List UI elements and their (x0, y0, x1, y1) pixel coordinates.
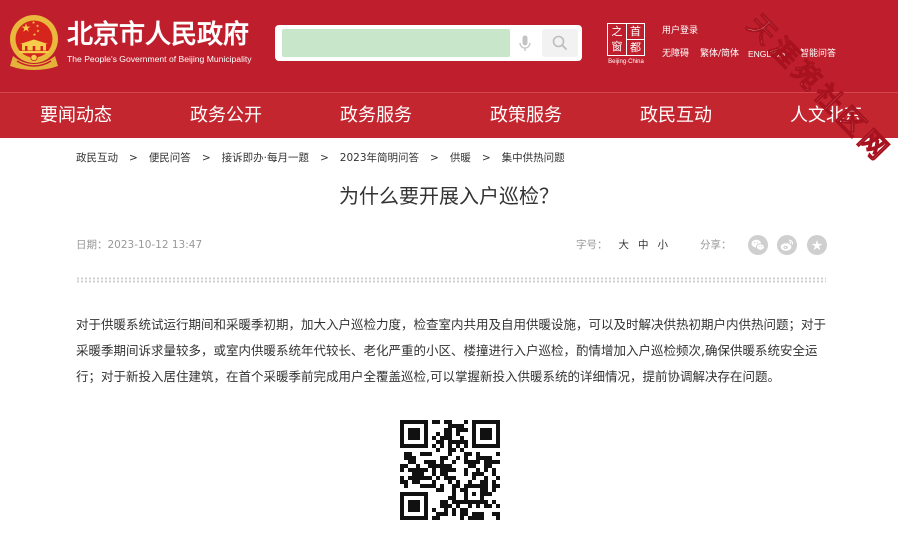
article-body: 对于供暖系统试运行期间和采暖季初期，加大入户巡检力度，检查室内共用及自用供暖设施… (76, 317, 827, 384)
star-icon[interactable] (807, 235, 827, 255)
breadcrumb-item[interactable]: 便民问答 (149, 152, 191, 164)
traditional-simplified-toggle[interactable]: 繁体/简体 (700, 49, 739, 60)
nav-item-policy-services[interactable]: 政策服务 (490, 93, 562, 138)
breadcrumb-separator: > (481, 152, 491, 164)
dotted-divider (76, 277, 826, 283)
portal-logo-mark: 之 首 窗 都 (607, 23, 645, 56)
portal-logo[interactable]: 之 首 窗 都 Beijing·China (605, 23, 647, 66)
wechat-icon[interactable] (748, 235, 768, 255)
voice-search-button[interactable] (515, 33, 535, 53)
search-box (275, 25, 582, 61)
nav-item-interaction[interactable]: 政民互动 (640, 93, 712, 138)
date-label: 日期： (76, 239, 108, 251)
share-label: 分享： (700, 239, 732, 251)
national-emblem-icon[interactable] (9, 14, 59, 70)
breadcrumb-item[interactable]: 政民互动 (76, 152, 118, 164)
font-size-small[interactable]: 小 (658, 239, 669, 251)
font-size-medium[interactable]: 中 (638, 239, 649, 251)
nav-item-news[interactable]: 要闻动态 (40, 93, 112, 138)
font-size-label: 字号： (576, 239, 608, 251)
date-value: 2023-10-12 13:47 (107, 239, 203, 251)
portal-logo-caption: Beijing·China (608, 59, 644, 65)
breadcrumb-separator: > (129, 152, 138, 164)
nav-item-culture[interactable]: 人文北京 (790, 93, 862, 138)
breadcrumb-item[interactable]: 接诉即办·每月一题 (222, 152, 309, 164)
nav-item-public-affairs[interactable]: 政务公开 (190, 93, 262, 138)
breadcrumb-item[interactable]: 供暖 (450, 152, 471, 164)
portal-logo-char: 之 (611, 25, 623, 38)
breadcrumb-separator: > (201, 152, 211, 164)
publish-date: 日期：2023-10-12 13:47 (76, 238, 202, 252)
qr-modules (400, 420, 500, 520)
portal-logo-char: 首 (626, 24, 644, 39)
main-nav: 要闻动态 政务公开 政务服务 政策服务 政民互动 人文北京 (0, 92, 898, 138)
search-button[interactable] (542, 29, 578, 57)
weibo-icon[interactable] (777, 235, 797, 255)
font-size-large[interactable]: 大 (619, 239, 630, 251)
site-title[interactable]: 北京市人民政府 (67, 19, 249, 51)
article-title: 为什么要开展入户巡检？ (339, 184, 559, 208)
font-size-control: 字号： 大中小 (576, 238, 668, 252)
breadcrumb-item[interactable]: 2023年简明问答 (340, 152, 419, 164)
page: 北京市人民政府 The People's Government of Beiji… (0, 0, 898, 545)
search-input[interactable] (282, 29, 510, 57)
smart-qa-link[interactable]: 智能问答 (800, 49, 836, 60)
microphone-icon (519, 35, 531, 51)
breadcrumb-item-current[interactable]: 集中供热问题 (502, 152, 565, 164)
site-header: 北京市人民政府 The People's Government of Beiji… (0, 0, 898, 92)
breadcrumb-separator: > (430, 152, 439, 164)
user-login-link[interactable]: 用户登录 (662, 26, 698, 37)
english-link[interactable]: ENGLISH (748, 49, 785, 60)
nav-item-government-services[interactable]: 政务服务 (340, 93, 412, 138)
qr-code (400, 420, 500, 520)
site-subtitle[interactable]: The People's Government of Beijing Munic… (67, 54, 252, 65)
portal-logo-char: 窗 (611, 40, 623, 53)
breadcrumb: 政民互动 > 便民问答 > 接诉即办·每月一题 >2023年简明问答 > 供暖 > 集中供热问题 (76, 151, 565, 165)
search-icon (552, 35, 567, 50)
accessibility-link[interactable]: 无障碍 (662, 49, 689, 60)
breadcrumb-separator: > (319, 152, 329, 164)
portal-logo-char: 都 (626, 39, 644, 55)
